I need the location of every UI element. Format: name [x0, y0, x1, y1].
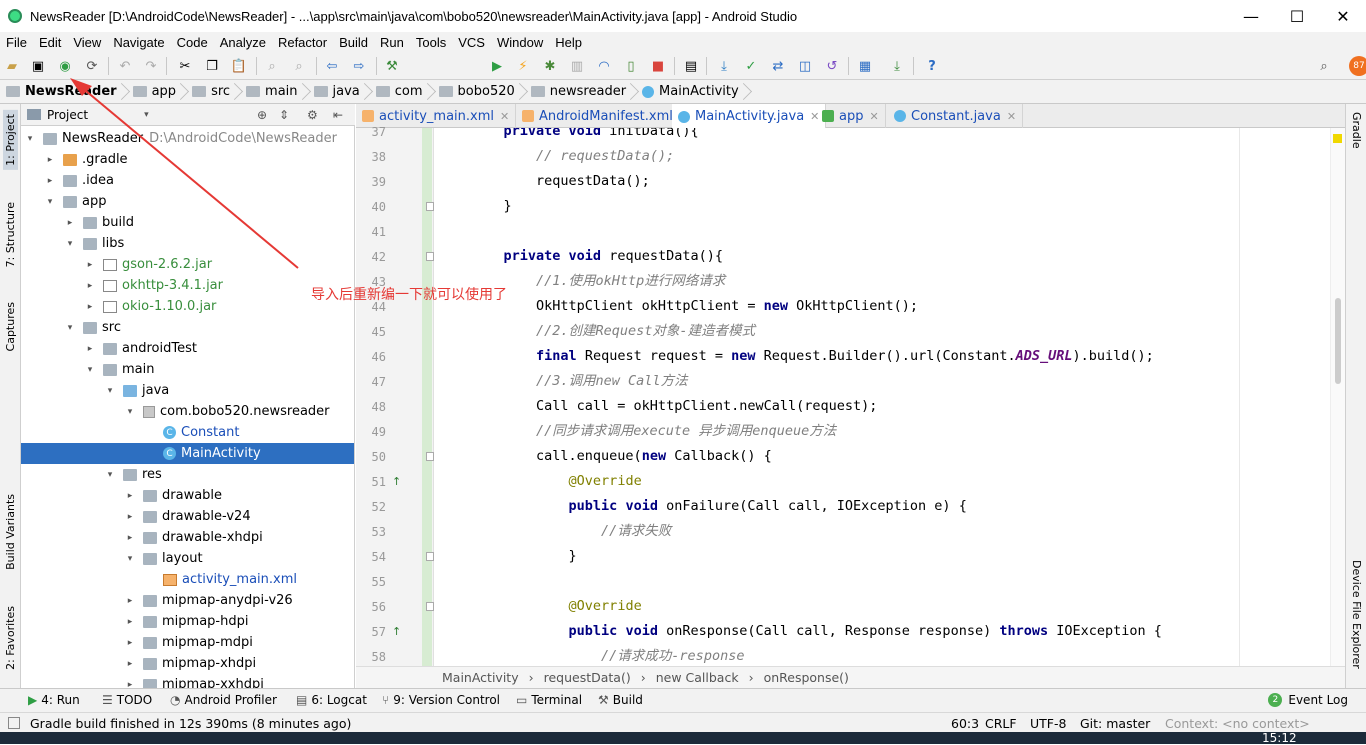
annotation-arrow — [70, 78, 299, 269]
annotation-text: 导入后重新编一下就可以使用了 — [311, 287, 507, 303]
